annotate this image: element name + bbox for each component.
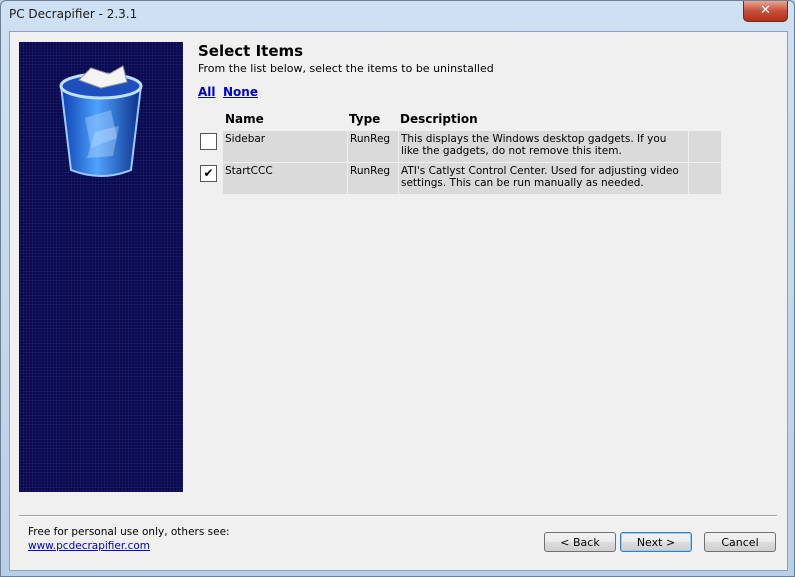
footer-divider [19,515,777,517]
wizard-body: Select Items From the list below, select… [9,31,788,571]
page-subtitle: From the list below, select the items to… [198,62,494,75]
column-header-description: Description [400,112,478,126]
table-row[interactable]: Sidebar RunReg This displays the Windows… [198,131,722,162]
page-title: Select Items [198,42,304,60]
column-header-name: Name [225,112,264,126]
window-title: PC Decrapifier - 2.3.1 [9,7,138,21]
license-note: Free for personal use only, others see: [28,526,230,538]
title-bar[interactable]: PC Decrapifier - 2.3.1 ✕ [1,1,794,29]
item-type: RunReg [348,131,399,162]
close-button[interactable]: ✕ [743,1,788,22]
recycle-bin-icon [59,65,143,177]
checkmark-icon: ✔ [203,166,214,180]
back-button[interactable]: < Back [544,532,616,552]
item-name: Sidebar [223,131,348,162]
next-button[interactable]: Next > [620,532,692,552]
select-all-link[interactable]: All [198,85,216,99]
item-name: StartCCC [223,163,348,194]
side-panel [19,42,183,492]
application-window: PC Decrapifier - 2.3.1 ✕ Select Items Fr… [0,0,795,577]
item-description: ATI's Catlyst Control Center. Used for a… [399,163,689,194]
select-none-link[interactable]: None [223,85,258,99]
cancel-button[interactable]: Cancel [704,532,776,552]
item-checkbox[interactable] [200,133,217,150]
website-link[interactable]: www.pcdecrapifier.com [28,540,150,552]
item-extra-cell [689,163,722,194]
close-icon: ✕ [760,3,771,18]
item-checkbox[interactable]: ✔ [200,165,217,182]
table-row[interactable]: ✔ StartCCC RunReg ATI's Catlyst Control … [198,163,722,194]
item-type: RunReg [348,163,399,194]
item-description: This displays the Windows desktop gadget… [399,131,689,162]
item-extra-cell [689,131,722,162]
column-header-type: Type [349,112,381,126]
